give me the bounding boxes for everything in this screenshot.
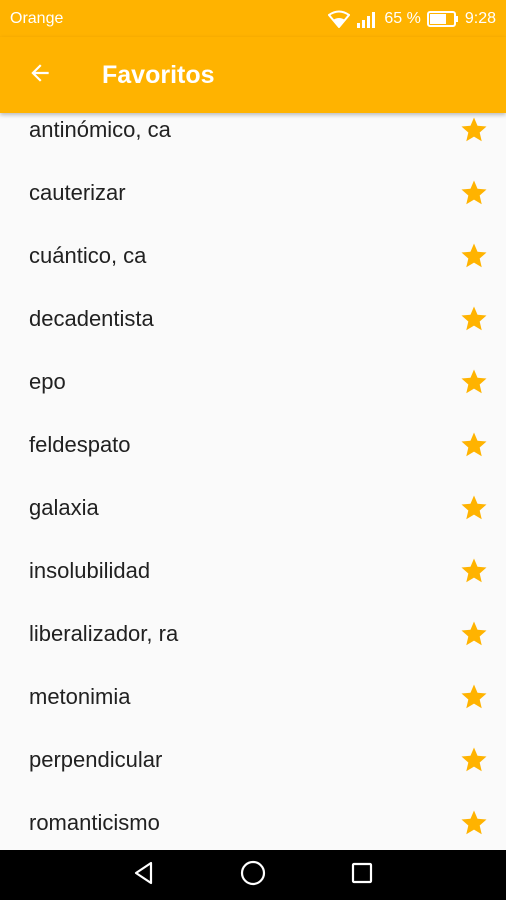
wifi-icon xyxy=(328,10,351,28)
list-item[interactable]: feldespato xyxy=(0,413,506,476)
star-icon[interactable] xyxy=(458,618,490,650)
star-icon[interactable] xyxy=(458,555,490,587)
list-item[interactable]: perpendicular xyxy=(0,728,506,791)
word-label: feldespato xyxy=(29,431,131,457)
word-label: insolubilidad xyxy=(29,557,151,583)
app-bar: Favoritos xyxy=(0,37,506,113)
star-icon[interactable] xyxy=(458,429,490,461)
list-item[interactable]: antinómico, ca xyxy=(0,113,506,161)
back-triangle-icon xyxy=(131,860,157,891)
word-label: epo xyxy=(29,368,66,394)
word-label: perpendicular xyxy=(29,746,163,772)
star-icon[interactable] xyxy=(458,807,490,839)
star-icon[interactable] xyxy=(458,240,490,272)
back-button[interactable] xyxy=(0,37,80,113)
system-nav-bar xyxy=(0,850,506,900)
list-item[interactable]: insolubilidad xyxy=(0,539,506,602)
nav-home-button[interactable] xyxy=(233,855,273,895)
word-label: cauterizar xyxy=(29,179,126,205)
word-label: antinómico, ca xyxy=(29,116,171,142)
list-item[interactable]: cuántico, ca xyxy=(0,224,506,287)
word-label: cuántico, ca xyxy=(29,242,147,268)
arrow-back-icon xyxy=(27,60,53,91)
list-item[interactable]: cauterizar xyxy=(0,161,506,224)
star-icon[interactable] xyxy=(458,366,490,398)
page-title: Favoritos xyxy=(102,60,215,89)
word-label: liberalizador, ra xyxy=(29,620,179,646)
star-icon[interactable] xyxy=(458,177,490,209)
list-item[interactable]: epo xyxy=(0,350,506,413)
home-circle-icon xyxy=(239,859,267,892)
list-item[interactable]: liberalizador, ra xyxy=(0,602,506,665)
star-icon[interactable] xyxy=(458,744,490,776)
signal-icon xyxy=(356,10,378,28)
status-bar: Orange 65 % 9:28 xyxy=(0,0,506,37)
list-item[interactable]: decadentista xyxy=(0,287,506,350)
recents-square-icon xyxy=(349,860,375,891)
favorites-list[interactable]: antinómico, ca cauterizar cuántico, ca deca… xyxy=(0,113,506,850)
nav-back-button[interactable] xyxy=(124,855,164,895)
battery-percent: 65 % xyxy=(384,9,421,27)
word-label: galaxia xyxy=(29,494,99,520)
star-icon[interactable] xyxy=(458,303,490,335)
word-label: decadentista xyxy=(29,305,154,331)
word-label: romanticismo xyxy=(29,809,160,835)
clock: 9:28 xyxy=(464,9,496,27)
carrier-label: Orange xyxy=(10,9,64,27)
list-item[interactable]: metonimia xyxy=(0,665,506,728)
word-label: metonimia xyxy=(29,683,131,709)
star-icon[interactable] xyxy=(458,492,490,524)
nav-recents-button[interactable] xyxy=(342,855,382,895)
list-item[interactable]: romanticismo xyxy=(0,791,506,850)
battery-icon xyxy=(426,10,459,27)
star-icon[interactable] xyxy=(458,681,490,713)
screen: Orange 65 % 9:28 Favoritos antinómico, c… xyxy=(0,0,506,900)
list-item[interactable]: galaxia xyxy=(0,476,506,539)
star-icon[interactable] xyxy=(458,114,490,146)
